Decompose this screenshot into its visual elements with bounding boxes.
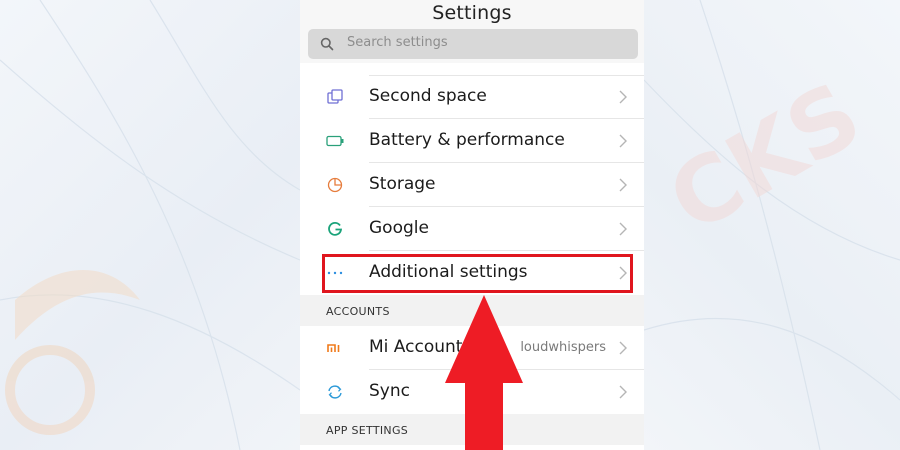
setting-item-label: Sync (369, 381, 410, 401)
divider (369, 75, 644, 76)
setting-item-label: Battery & performance (369, 130, 565, 150)
second-space-icon (327, 89, 343, 104)
google-icon (328, 221, 343, 236)
setting-item-label: Second space (369, 86, 487, 106)
setting-item-google[interactable]: Google (300, 207, 644, 251)
account-username: loudwhispers (520, 340, 606, 355)
chevron-right-icon (619, 178, 627, 192)
chevron-right-icon (619, 385, 627, 399)
sync-icon (328, 385, 342, 399)
search-icon (320, 37, 334, 51)
mi-logo-icon (327, 344, 340, 352)
svg-text:CKS: CKS (652, 62, 878, 253)
setting-item-label: Google (369, 218, 429, 238)
setting-item-storage[interactable]: Storage (300, 163, 644, 207)
battery-icon (326, 135, 344, 147)
arrow-up-annotation (445, 295, 523, 450)
storage-icon (327, 177, 343, 193)
setting-item-second-space[interactable]: Second space (300, 75, 644, 119)
setting-item-battery[interactable]: Battery & performance (300, 119, 644, 163)
setting-item-label: Storage (369, 174, 436, 194)
highlight-box (322, 254, 633, 293)
chevron-right-icon (619, 90, 627, 104)
section-header-label: APP SETTINGS (326, 424, 409, 437)
search-bar[interactable]: Search settings (308, 29, 638, 59)
chevron-right-icon (619, 341, 627, 355)
top-bar: Settings Search settings (300, 0, 644, 63)
page-title: Settings (432, 2, 512, 24)
chevron-right-icon (619, 222, 627, 236)
search-placeholder: Search settings (347, 35, 448, 50)
section-header-label: ACCOUNTS (326, 305, 390, 318)
chevron-right-icon (619, 134, 627, 148)
